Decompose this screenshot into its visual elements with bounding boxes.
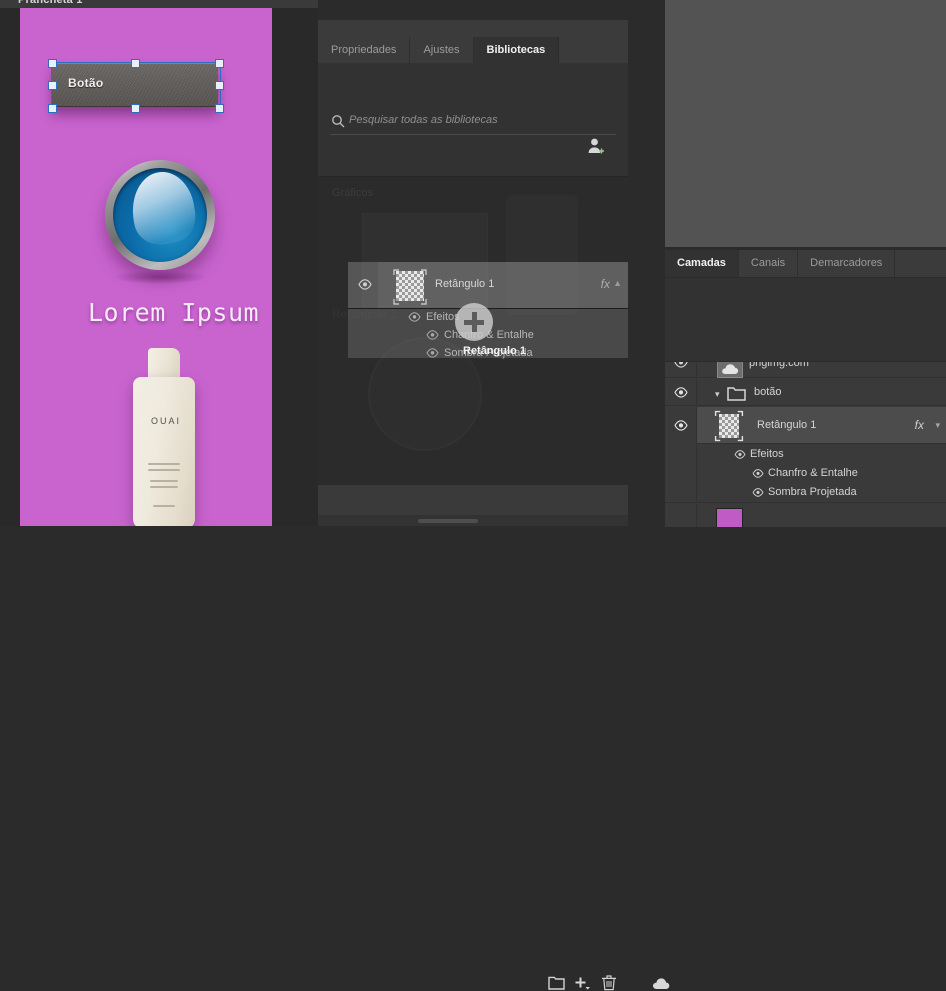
lorem-ipsum-text-art[interactable]: Lorem Ipsum bbox=[88, 298, 259, 327]
vector-mask-bracket-icon bbox=[393, 269, 427, 305]
transform-handle-bl[interactable] bbox=[48, 104, 57, 113]
layer-thumbnail[interactable] bbox=[717, 362, 743, 378]
bottle-text-line-4 bbox=[150, 486, 178, 488]
libraries-filter-bar bbox=[318, 142, 667, 306]
libraries-section-header[interactable]: Gráficos bbox=[332, 187, 373, 199]
transform-handle-br[interactable] bbox=[215, 104, 224, 113]
layer-drag-ghost[interactable]: Retângulo 1 fx ▲ Efeitos Chanfro & Ental… bbox=[348, 262, 628, 359]
layer-name: botão bbox=[754, 386, 782, 398]
selection-bounding-box bbox=[51, 62, 221, 110]
table-row[interactable]: Efeitos bbox=[665, 445, 946, 464]
cloud-sync-icon[interactable] bbox=[652, 977, 670, 990]
eye-icon[interactable] bbox=[752, 469, 764, 478]
bottle-text-line-1 bbox=[148, 463, 180, 465]
transform-handle-tc[interactable] bbox=[131, 59, 140, 68]
drag-ghost-drop-label: Retângulo 1 bbox=[463, 345, 526, 357]
document-tab-bar[interactable]: Prancheta 1 bbox=[0, 0, 318, 8]
layer-name: Retângulo 1 bbox=[757, 419, 817, 431]
layer-visibility-toggle[interactable] bbox=[665, 504, 697, 527]
tab-ajustes[interactable]: Ajustes bbox=[410, 37, 474, 63]
bottle-text-line-5 bbox=[153, 505, 175, 507]
layer-color-swatch[interactable] bbox=[716, 508, 743, 527]
drag-ghost-layer-name: Retângulo 1 bbox=[435, 278, 495, 290]
eye-icon bbox=[358, 279, 372, 290]
bottle-text-line-3 bbox=[150, 480, 178, 482]
tab-propriedades[interactable]: Propriedades bbox=[318, 37, 411, 63]
cloud-sync-icon bbox=[722, 364, 739, 374]
layer-name: Sombra Projetada bbox=[768, 486, 857, 498]
drag-ghost-fx-badge: fx bbox=[600, 277, 610, 291]
tab-canais[interactable]: Canais bbox=[739, 250, 799, 277]
libraries-horizontal-scrollbar[interactable] bbox=[318, 516, 628, 526]
transform-handle-bc[interactable] bbox=[131, 104, 140, 113]
libraries-breadcrumb: ❮ ARTIGO bbox=[318, 63, 713, 154]
libraries-tab-strip: Propriedades Ajustes Bibliotecas bbox=[318, 37, 628, 64]
table-row[interactable]: Chanfro & Entalhe bbox=[665, 464, 946, 483]
eye-icon[interactable] bbox=[752, 488, 764, 497]
glossy-circle-shadow bbox=[112, 270, 208, 284]
trash-icon[interactable] bbox=[602, 975, 616, 991]
bottle-body-art[interactable] bbox=[133, 377, 195, 526]
transform-handle-mr[interactable] bbox=[215, 81, 224, 90]
document-tab[interactable]: Prancheta 1 bbox=[18, 0, 83, 6]
tab-camadas[interactable]: Camadas bbox=[665, 250, 739, 277]
eye-icon[interactable] bbox=[734, 450, 746, 459]
transform-handle-ml[interactable] bbox=[48, 81, 57, 90]
right-gutter bbox=[628, 0, 665, 526]
layer-visibility-toggle[interactable] bbox=[665, 362, 697, 378]
layer-name: Efeitos bbox=[750, 448, 784, 460]
eye-icon bbox=[408, 312, 421, 322]
layer-visibility-toggle[interactable] bbox=[665, 464, 697, 483]
eye-icon bbox=[674, 362, 688, 368]
libraries-footer-toolbar bbox=[318, 484, 670, 991]
eye-icon bbox=[674, 387, 688, 398]
search-input-placeholder[interactable]: Pesquisar todas as bibliotecas bbox=[349, 114, 498, 126]
drag-ghost-layer-row: Retângulo 1 fx ▲ bbox=[348, 262, 628, 309]
layer-name: pngimg.com bbox=[749, 361, 809, 369]
transform-handle-tr[interactable] bbox=[215, 59, 224, 68]
eye-icon bbox=[426, 330, 439, 340]
add-content-icon[interactable] bbox=[574, 976, 590, 991]
color-picker-panel bbox=[665, 0, 946, 247]
layers-blend-row: Normal ▾ Opacidade: 100% bbox=[665, 307, 946, 332]
bottle-cap-art bbox=[148, 348, 180, 380]
artboard[interactable]: Botão Lorem Ipsum OUAI bbox=[20, 8, 272, 526]
new-group-icon[interactable] bbox=[548, 976, 565, 990]
vector-mask-bracket-icon bbox=[714, 410, 744, 442]
add-plus-cursor-icon bbox=[455, 303, 493, 341]
layers-tab-strip: Camadas Canais Demarcadores bbox=[665, 250, 946, 278]
layer-name: Chanfro & Entalhe bbox=[768, 467, 858, 479]
layers-list[interactable]: pngimg.com ▾ botão Retângulo 1 fx ▾ Efei… bbox=[665, 361, 946, 527]
layer-visibility-toggle[interactable] bbox=[665, 407, 697, 444]
layers-filter-row: Tipo ▾ bbox=[665, 278, 946, 305]
table-row[interactable]: pngimg.com bbox=[665, 361, 946, 378]
search-icon bbox=[332, 115, 345, 128]
folder-icon bbox=[727, 387, 746, 401]
table-row[interactable]: Sombra Projetada bbox=[665, 483, 946, 503]
table-row[interactable]: ▾ botão bbox=[665, 379, 946, 406]
chevron-down-icon[interactable]: ▾ bbox=[935, 420, 940, 431]
layer-fx-badge[interactable]: fx bbox=[915, 418, 924, 432]
document-canvas-area: Prancheta 1 Botão Lorem Ipsum OUAI bbox=[0, 0, 318, 526]
layer-visibility-toggle[interactable] bbox=[665, 379, 697, 406]
table-row[interactable] bbox=[665, 504, 946, 527]
layer-visibility-toggle[interactable] bbox=[665, 445, 697, 464]
eye-icon bbox=[674, 420, 688, 431]
bottle-brand-label: OUAI bbox=[151, 416, 182, 426]
table-row[interactable]: Retângulo 1 fx ▾ bbox=[665, 407, 946, 444]
transform-handle-tl[interactable] bbox=[48, 59, 57, 68]
layers-lock-row: Bloq.: Preen.: 100% bbox=[665, 334, 946, 360]
bottle-text-line-2 bbox=[148, 469, 180, 471]
tab-demarcadores[interactable]: Demarcadores bbox=[798, 250, 896, 277]
chevron-up-icon[interactable]: ▲ bbox=[613, 278, 622, 288]
layer-visibility-toggle[interactable] bbox=[665, 483, 697, 503]
chevron-down-icon[interactable]: ▾ bbox=[715, 389, 720, 400]
tab-bibliotecas[interactable]: Bibliotecas bbox=[473, 37, 560, 63]
eye-icon bbox=[426, 348, 439, 358]
